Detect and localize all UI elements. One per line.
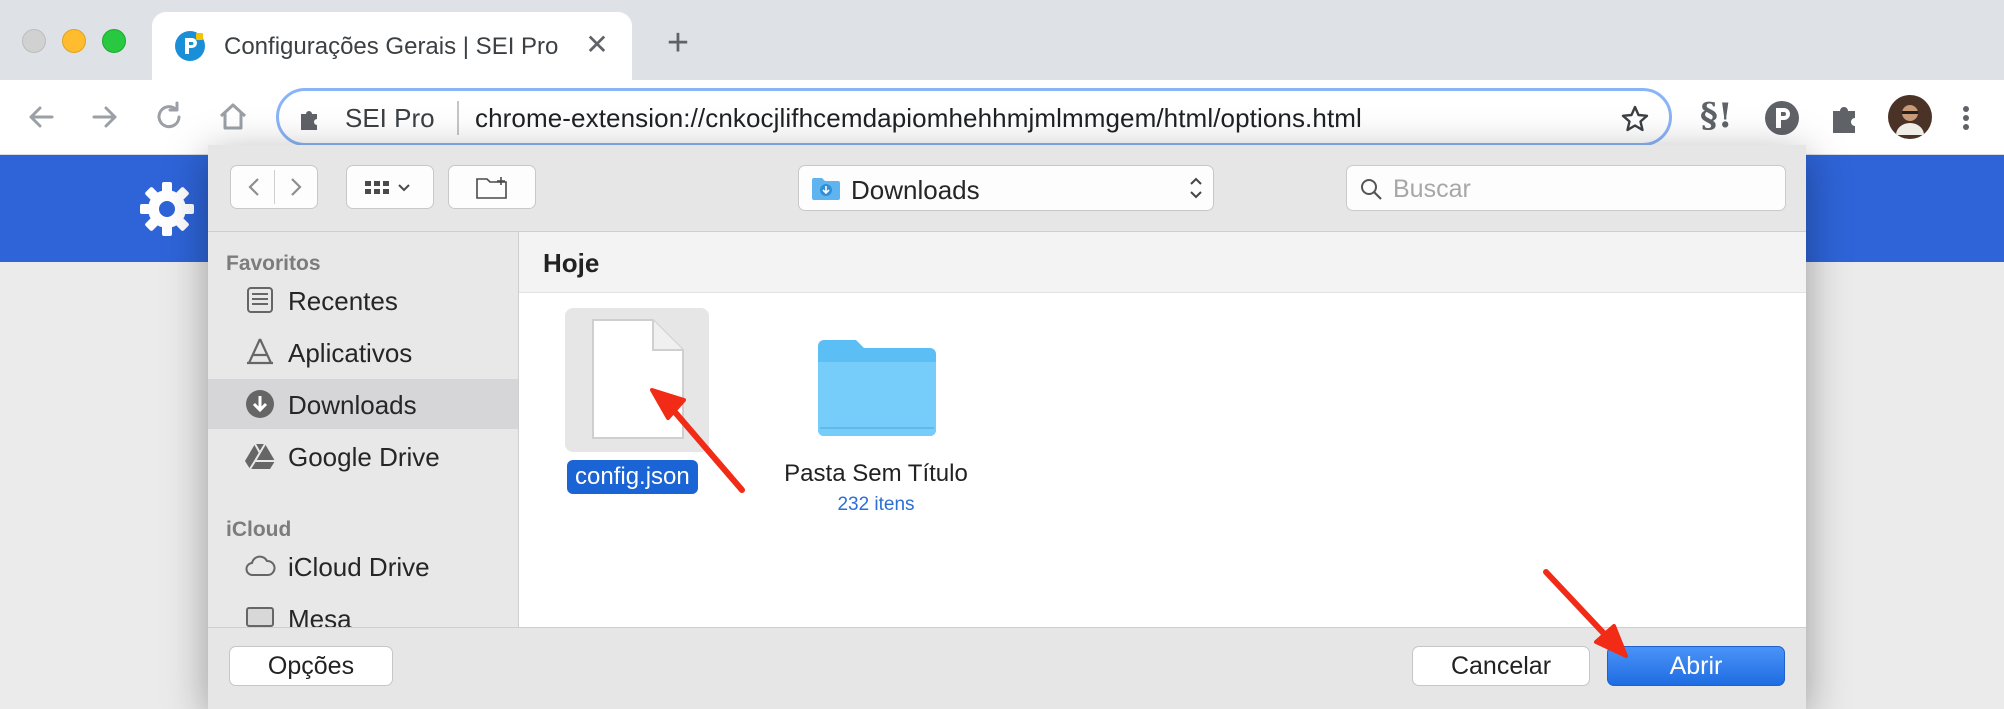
dialog-sidebar: Favoritos Recentes Aplicativos Downloads [208,232,519,627]
cancel-button[interactable]: Cancelar [1412,646,1590,686]
puzzle-icon[interactable] [1826,98,1866,138]
sidebar-item-label: Mesa [288,604,352,627]
sidebar-item-downloads[interactable]: Downloads [208,379,518,429]
tab-title: Configurações Gerais | SEI Pro [224,33,559,60]
sidebar-item-label: Aplicativos [288,338,413,368]
open-button[interactable]: Abrir [1607,646,1785,686]
menu-icon[interactable] [1956,98,1976,138]
tab-active[interactable]: Configurações Gerais | SEI Pro ✕ [152,12,632,80]
reload-icon[interactable] [150,98,188,136]
google-drive-icon [245,443,275,470]
extension-puzzle-icon [301,111,317,130]
applications-icon [247,338,273,365]
folder-item-count: 232 itens [837,494,915,515]
home-icon[interactable] [214,98,252,136]
sidebar-item-label: Google Drive [288,442,440,472]
forward-icon[interactable] [86,98,124,136]
address-bar[interactable]: SEI Pro chrome-extension://cnkocjlifhcem… [276,88,1672,146]
bookmark-star-icon[interactable] [1619,103,1651,135]
window-zoom-button[interactable] [102,29,126,53]
back-icon[interactable] [22,98,60,136]
file-open-dialog: Downloads Favoritos Recentes [208,145,1806,709]
sei-pro-legal-icon[interactable]: §! [1700,96,1740,136]
cloud-icon [245,555,276,576]
window-minimize-button[interactable] [62,29,86,53]
sidebar-section-favorites: Favoritos [226,252,321,275]
seg-divider [274,170,275,204]
sidebar-item-mesa[interactable]: Mesa [208,593,518,627]
options-button[interactable]: Opções [229,646,393,686]
gear-icon [140,182,194,236]
dialog-footer: Opções Cancelar Abrir [208,627,1806,709]
document-icon [592,319,684,439]
sidebar-item-icloud-drive[interactable]: iCloud Drive [208,541,518,591]
icon-view-icon [365,181,410,194]
search-input[interactable] [1391,172,1775,206]
window-close-button[interactable] [22,29,46,53]
sidebar-item-label: iCloud Drive [288,552,430,582]
url-text[interactable]: chrome-extension://cnkocjlifhcemdapiomhe… [475,103,1362,134]
downloads-folder-icon [812,178,840,200]
chevron-left-icon[interactable] [243,176,265,198]
sidebar-item-google-drive[interactable]: Google Drive [208,431,518,481]
location-popup[interactable]: Downloads [798,165,1214,211]
file-name: config.json [567,460,698,494]
location-label: Downloads [851,175,980,205]
new-folder-button[interactable] [448,165,536,209]
group-title: Hoje [543,248,600,278]
browser-toolbar: SEI Pro chrome-extension://cnkocjlifhcem… [0,80,2004,155]
tab-close-icon[interactable]: ✕ [582,28,612,61]
folder-name: Pasta Sem Título [784,460,968,487]
profile-avatar[interactable] [1888,95,1932,139]
browser-titlebar: Configurações Gerais | SEI Pro ✕ + [0,0,2004,80]
sidebar-section-icloud: iCloud [226,518,292,541]
dialog-toolbar: Downloads [208,145,1806,232]
sei-pro-favicon-icon [175,31,205,61]
chevron-right-icon[interactable] [285,176,307,198]
sidebar-item-recentes[interactable]: Recentes [208,275,518,325]
search-field[interactable] [1346,165,1786,211]
search-icon [1361,179,1382,200]
new-tab-button[interactable]: + [660,24,696,62]
new-folder-icon [476,177,507,199]
folder-icon [818,340,936,436]
group-header: Hoje [519,232,1806,293]
omnibox-separator [457,101,459,135]
file-browser: Hoje config.json Pasta Sem Título 232 it… [519,232,1806,627]
extension-chip: SEI Pro [345,103,435,133]
view-mode-button[interactable] [346,165,434,209]
updown-chevron-icon [1190,177,1202,199]
sidebar-item-aplicativos[interactable]: Aplicativos [208,327,518,377]
desktop-icon [246,607,274,627]
recents-icon [247,287,273,313]
back-forward-group [230,165,318,209]
downloads-icon [246,390,274,418]
sei-pro-icon[interactable] [1762,98,1802,138]
sidebar-item-label: Recentes [288,286,398,316]
sidebar-item-label: Downloads [288,390,417,420]
